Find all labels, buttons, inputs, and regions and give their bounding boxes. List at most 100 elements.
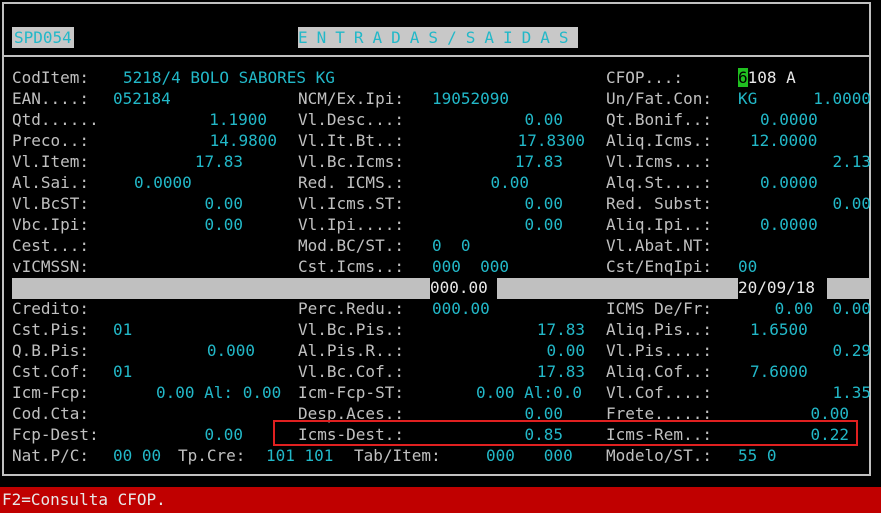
- label-red-icms: Red. ICMS.:: [298, 173, 404, 192]
- label-ncm: NCM/Ex.Ipi:: [298, 89, 404, 108]
- label-modelo-st: Modelo/ST.:: [606, 446, 712, 465]
- label-cst-cof: Cst.Cof:: [12, 362, 90, 381]
- value-vl-desc[interactable]: 0.00: [524, 109, 563, 130]
- value-vl-item[interactable]: 17.83: [195, 151, 243, 172]
- label-aliq-cof: Aliq.Cof..:: [606, 362, 712, 381]
- label-credito: Credito:: [12, 299, 90, 318]
- value-unit[interactable]: KG: [738, 88, 757, 109]
- value-icm-fcp-st[interactable]: 0.00 Al:0.0: [476, 382, 582, 403]
- label-qb-pis: Q.B.Pis:: [12, 341, 90, 360]
- value-nat-pc[interactable]: 00 00: [113, 445, 161, 466]
- label-vl-abat-nt: Vl.Abat.NT:: [606, 236, 712, 255]
- label-fcp-dest: Fcp-Dest:: [12, 425, 99, 444]
- label-tab-item: Tab/Item:: [354, 446, 441, 465]
- value-vl-icms[interactable]: 2.13: [832, 151, 871, 172]
- label-nat-pc: Nat.P/C:: [12, 446, 90, 465]
- label-qtd: Qtd......: [12, 110, 99, 129]
- value-red-subst[interactable]: 0.00: [832, 193, 871, 214]
- label-vl-bc-cof: Vl.Bc.Cof.:: [298, 362, 404, 381]
- label-vl-icms-st: Vl.Icms.ST:: [298, 194, 404, 213]
- value-vl-bc-cof[interactable]: 17.83: [537, 361, 585, 382]
- value-bar-date: 20/09/18: [738, 278, 816, 297]
- label-alq-st: Alq.St....:: [606, 173, 712, 192]
- text-cursor: 6: [738, 68, 748, 87]
- value-vl-pis[interactable]: 0.29: [832, 340, 871, 361]
- label-aliq-icms: Aliq.Icms.:: [606, 131, 712, 150]
- value-vl-bc-icms[interactable]: 17.83: [515, 151, 563, 172]
- value-tab-item[interactable]: 000 000: [486, 445, 573, 466]
- value-cst-pis[interactable]: 01: [113, 319, 132, 340]
- value-ean[interactable]: 052184: [113, 88, 171, 109]
- label-vl-bc-icms: Vl.Bc.Icms:: [298, 152, 404, 171]
- label-vl-icms: Vl.Icms...:: [606, 152, 712, 171]
- value-vl-icms-st[interactable]: 0.00: [524, 193, 563, 214]
- value-vl-cof[interactable]: 1.35: [832, 382, 871, 403]
- value-preco[interactable]: 14.9800: [210, 130, 277, 151]
- label-vl-item: Vl.Item:: [12, 152, 90, 171]
- input-cfop[interactable]: 6108 A: [738, 67, 796, 88]
- label-vl-it-bt: Vl.It.Bt..:: [298, 131, 404, 150]
- program-code: SPD054: [12, 27, 74, 48]
- label-red-subst: Red. Subst:: [606, 194, 712, 213]
- value-icms-de-fr[interactable]: 0.00 0.00: [775, 298, 871, 319]
- value-qt-bonif[interactable]: 0.0000: [760, 109, 818, 130]
- value-alq-st[interactable]: 0.0000: [760, 172, 818, 193]
- value-aliq-icms[interactable]: 12.0000: [750, 130, 817, 151]
- value-cst-cof[interactable]: 01: [113, 361, 132, 382]
- value-al-pis-r[interactable]: 0.00: [546, 340, 585, 361]
- value-perc-redu[interactable]: 000.00: [432, 298, 490, 319]
- label-vl-desc: Vl.Desc...:: [298, 110, 404, 129]
- label-qt-bonif: Qt.Bonif..:: [606, 110, 712, 129]
- label-vl-bcst: Vl.BcST:: [12, 194, 90, 213]
- value-vl-bcst[interactable]: 0.00: [204, 193, 243, 214]
- value-al-sai[interactable]: 0.0000: [134, 172, 192, 193]
- value-mod-bc-st[interactable]: 0 0: [432, 235, 471, 256]
- label-vbc-ipi: Vbc.Ipi:: [12, 215, 90, 234]
- value-aliq-cof[interactable]: 7.6000: [750, 361, 808, 382]
- separator-bar-left: [12, 278, 430, 299]
- label-vl-bc-pis: Vl.Bc.Pis.:: [298, 320, 404, 339]
- value-bar-amount: 000.00: [430, 278, 488, 297]
- label-ean: EAN....:: [12, 89, 90, 108]
- value-vl-it-bt[interactable]: 17.8300: [518, 130, 585, 151]
- value-coditem[interactable]: 5218/4 BOLO SABORES KG: [123, 67, 335, 88]
- value-qtd[interactable]: 1.1900: [209, 109, 267, 130]
- value-vl-ipi[interactable]: 0.00: [524, 214, 563, 235]
- label-tp-cre: Tp.Cre:: [178, 446, 246, 465]
- value-fcp-dest[interactable]: 0.00: [204, 424, 243, 445]
- value-conversion[interactable]: 1.0000: [813, 88, 871, 109]
- label-mod-bc-st: Mod.BC/ST.:: [298, 236, 404, 255]
- value-aliq-ipi[interactable]: 0.0000: [760, 214, 818, 235]
- separator-bar-right: [827, 278, 871, 299]
- label-aliq-ipi: Aliq.Ipi..:: [606, 215, 712, 234]
- label-icm-fcp: Icm-Fcp:: [12, 383, 90, 402]
- status-message: F2=Consulta CFOP.: [2, 490, 166, 509]
- value-cfop: 108 A: [747, 68, 796, 87]
- label-vl-pis: Vl.Pis....:: [606, 341, 712, 360]
- label-cod-cta: Cod.Cta:: [12, 404, 90, 423]
- value-red-icms[interactable]: 0.00: [490, 172, 529, 193]
- value-vl-bc-pis[interactable]: 17.83: [537, 319, 585, 340]
- separator-bar-mid: [497, 278, 738, 299]
- label-preco: Preco..:: [12, 131, 90, 150]
- value-vbc-ipi[interactable]: 0.00: [204, 214, 243, 235]
- highlight-box: [273, 420, 858, 446]
- screen-title: ENTRADAS/SAIDAS: [298, 27, 578, 48]
- value-cst-icms[interactable]: 000 000: [432, 256, 509, 277]
- label-vicmssn: vICMSSN:: [12, 257, 90, 276]
- value-ncm[interactable]: 19052090: [432, 88, 509, 109]
- label-vl-ipi: Vl.Ipi....:: [298, 215, 404, 234]
- value-aliq-pis[interactable]: 1.6500: [750, 319, 808, 340]
- value-cst-enq-ipi[interactable]: 00: [738, 256, 757, 277]
- label-cst-icms: Cst.Icms..:: [298, 257, 404, 276]
- label-al-pis-r: Al.Pis.R..:: [298, 341, 404, 360]
- value-icm-fcp[interactable]: 0.00 Al: 0.00: [156, 382, 281, 403]
- label-aliq-pis: Aliq.Pis..:: [606, 320, 712, 339]
- value-tp-cre[interactable]: 101 101: [266, 445, 333, 466]
- header-divider: [4, 55, 869, 57]
- value-modelo-st[interactable]: 55 0: [738, 445, 777, 466]
- label-icm-fcp-st: Icm-Fcp-ST:: [298, 383, 404, 402]
- label-perc-redu: Perc.Redu.:: [298, 299, 404, 318]
- label-al-sai: Al.Sai.:: [12, 173, 90, 192]
- value-qb-pis[interactable]: 0.000: [207, 340, 255, 361]
